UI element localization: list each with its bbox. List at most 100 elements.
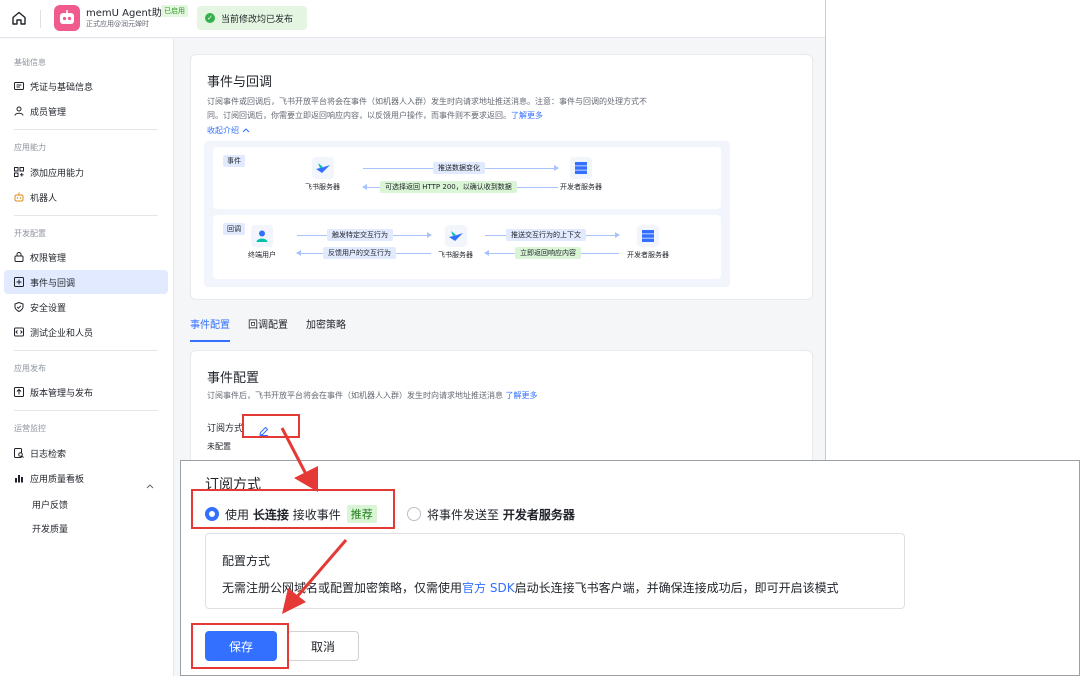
feishu-server-node: 飞书服务器: [305, 157, 340, 192]
not-configured-text: 未配置: [207, 442, 231, 451]
developer-server-option[interactable]: 将事件发送至 开发者服务器: [407, 503, 575, 525]
node-label: 飞书服务器: [305, 183, 340, 191]
sidebar-item-label: 应用质量看板: [30, 474, 85, 485]
trigger-action-label: 触发特定交互行为: [327, 229, 393, 241]
check-circle-icon: ✓: [205, 13, 215, 23]
events-intro-card: 事件与回调 订阅事件或回调后，飞书开放平台将会在事件（如机器人入群）发生时向请求…: [190, 54, 813, 300]
feishu-logo-icon: [444, 225, 467, 247]
sidebar-item-quality-board[interactable]: 应用质量看板: [4, 466, 168, 490]
sidebar-item-versions[interactable]: 版本管理与发布: [4, 380, 168, 404]
sidebar-divider: [14, 215, 158, 216]
sidebar-item-log-search[interactable]: 日志检索: [4, 441, 168, 465]
config-method-title: 配置方式: [222, 554, 271, 568]
sidebar-item-label: 凭证与基础信息: [30, 82, 94, 93]
end-user-node: 终端用户: [248, 225, 276, 260]
sidebar-item-label: 权限管理: [30, 253, 67, 264]
option-highlight-box: [191, 489, 395, 529]
cancel-button[interactable]: 取消: [287, 631, 359, 661]
config-method-description: 无需注册公网域名或配置加密策略，仅需使用官方 SDK启动长连接飞书客户端，并确保…: [222, 581, 839, 595]
server-icon: [637, 225, 659, 247]
sidebar-group-monitoring: 运营监控: [14, 424, 46, 433]
radio-unchecked-icon[interactable]: [407, 507, 421, 521]
id-card-icon: [14, 81, 24, 91]
sidebar-item-add-capability[interactable]: 添加应用能力: [4, 160, 168, 184]
grid-plus-icon: [14, 167, 24, 177]
sidebar-group-capability: 应用能力: [14, 143, 46, 152]
sidebar-divider: [14, 129, 158, 130]
callback-lane: 回调 终端用户 飞书服务器 开发者服务器 触发特定交互行为 反馈用户的交互行为 …: [213, 215, 721, 279]
robot-avatar: [54, 5, 80, 31]
node-label: 开发者服务器: [560, 183, 602, 191]
edit-highlight-box: [242, 414, 300, 438]
node-label: 开发者服务器: [627, 251, 669, 259]
subscribe-method-dialog: 订阅方式 使用 长连接 接收事件 推荐 将事件发送至 开发者服务器 配置方式 无…: [180, 460, 1080, 676]
chevron-up-icon[interactable]: [146, 474, 154, 493]
app-name: memU Agent助手: [86, 8, 172, 19]
app-status-badge: 已启用: [161, 5, 188, 17]
lock-icon: [14, 252, 24, 262]
server-icon: [570, 157, 592, 179]
node-label: 飞书服务器: [438, 251, 473, 259]
flow-diagram: 事件 飞书服务器 开发者服务器 推送数据变化 可选择返回 HTTP 200，以确…: [204, 141, 730, 287]
event-config-description: 订阅事件后，飞书开放平台将会在事件（如机器人入群）发生时向请求地址推送消息 了解…: [207, 389, 538, 403]
topbar-divider: [40, 10, 41, 28]
developer-server-node: 开发者服务器: [560, 157, 602, 192]
sidebar-item-label: 添加应用能力: [30, 168, 85, 179]
sidebar-group-dev-config: 开发配置: [14, 229, 46, 238]
learn-more-link[interactable]: 了解更多: [506, 391, 538, 400]
bar-chart-icon: [14, 473, 24, 483]
callback-lane-tag: 回调: [223, 223, 245, 235]
tab-callback-config[interactable]: 回调配置: [248, 316, 288, 342]
sidebar-item-events-callbacks[interactable]: 事件与回调: [4, 270, 168, 294]
home-icon[interactable]: [10, 9, 28, 27]
shield-icon: [14, 302, 24, 312]
description-text: 订阅事件后，飞书开放平台将会在事件（如机器人入群）发生时向请求地址推送消息: [207, 391, 503, 400]
feedback-label: 反馈用户的交互行为: [323, 247, 396, 259]
sidebar-subitem-dev-quality[interactable]: 开发质量: [32, 522, 68, 535]
sidebar-item-credentials[interactable]: 凭证与基础信息: [4, 74, 168, 98]
feishu-logo-icon: [311, 157, 334, 179]
sidebar-item-security[interactable]: 安全设置: [4, 295, 168, 319]
robot-icon: [14, 192, 24, 202]
sidebar-item-members[interactable]: 成员管理: [4, 99, 168, 123]
config-method-box: 配置方式 无需注册公网域名或配置加密策略，仅需使用官方 SDK启动长连接飞书客户…: [205, 533, 905, 609]
developer-server-node: 开发者服务器: [627, 225, 669, 260]
official-sdk-link[interactable]: 官方 SDK: [462, 581, 515, 595]
event-config-title: 事件配置: [207, 371, 260, 386]
sidebar-item-label: 版本管理与发布: [30, 388, 94, 399]
sidebar-item-label: 成员管理: [30, 107, 67, 118]
node-label: 终端用户: [248, 251, 276, 259]
description-text: 同。订阅回调后，你需要立即返回响应内容，以反馈用户操作，而事件则不要求返回。: [207, 111, 511, 120]
collapse-intro-link[interactable]: 收起介绍: [207, 125, 250, 136]
subscribe-method-label: 订阅方式: [207, 424, 244, 434]
user-icon: [251, 225, 273, 247]
option-label: 将事件发送至 开发者服务器: [427, 507, 575, 522]
tab-encryption[interactable]: 加密策略: [306, 316, 346, 342]
sidebar-item-test-enterprise[interactable]: 测试企业和人员: [4, 320, 168, 344]
sidebar-item-robot[interactable]: 机器人: [4, 185, 168, 209]
app-subtitle: 正式应用@润元婵时: [86, 20, 149, 28]
upload-icon: [14, 387, 24, 397]
event-lane: 事件 飞书服务器 开发者服务器 推送数据变化 可选择返回 HTTP 200，以确…: [213, 147, 721, 209]
learn-more-link[interactable]: 了解更多: [511, 111, 543, 120]
log-search-icon: [14, 448, 24, 458]
config-tabs: 事件配置 回调配置 加密策略: [190, 316, 346, 342]
publish-status-text: 当前修改均已发布: [221, 14, 294, 25]
user-icon: [14, 106, 24, 116]
sidebar-item-label: 安全设置: [30, 303, 67, 314]
event-icon: [14, 277, 24, 287]
sidebar-divider: [14, 410, 158, 411]
page-title: 事件与回调: [207, 75, 273, 90]
feishu-server-node: 飞书服务器: [438, 225, 473, 260]
publish-status: ✓ 当前修改均已发布: [197, 6, 307, 30]
save-highlight-box: [191, 623, 289, 669]
chevron-up-icon: [242, 128, 249, 133]
description-line-1: 订阅事件或回调后，飞书开放平台将会在事件（如机器人入群）发生时向请求地址推送消息…: [207, 97, 647, 106]
return-200-label: 可选择返回 HTTP 200，以确认收到数据: [380, 181, 517, 193]
sidebar-item-label: 日志检索: [30, 449, 67, 460]
composite-screenshot: memU Agent助手 已启用 正式应用@润元婵时 ✓ 当前修改均已发布 基础…: [0, 0, 1080, 676]
tab-event-config[interactable]: 事件配置: [190, 316, 230, 342]
sidebar-item-permissions[interactable]: 权限管理: [4, 245, 168, 269]
push-context-label: 推送交互行为的上下文: [506, 229, 586, 241]
sidebar-subitem-feedback[interactable]: 用户反馈: [32, 498, 68, 511]
